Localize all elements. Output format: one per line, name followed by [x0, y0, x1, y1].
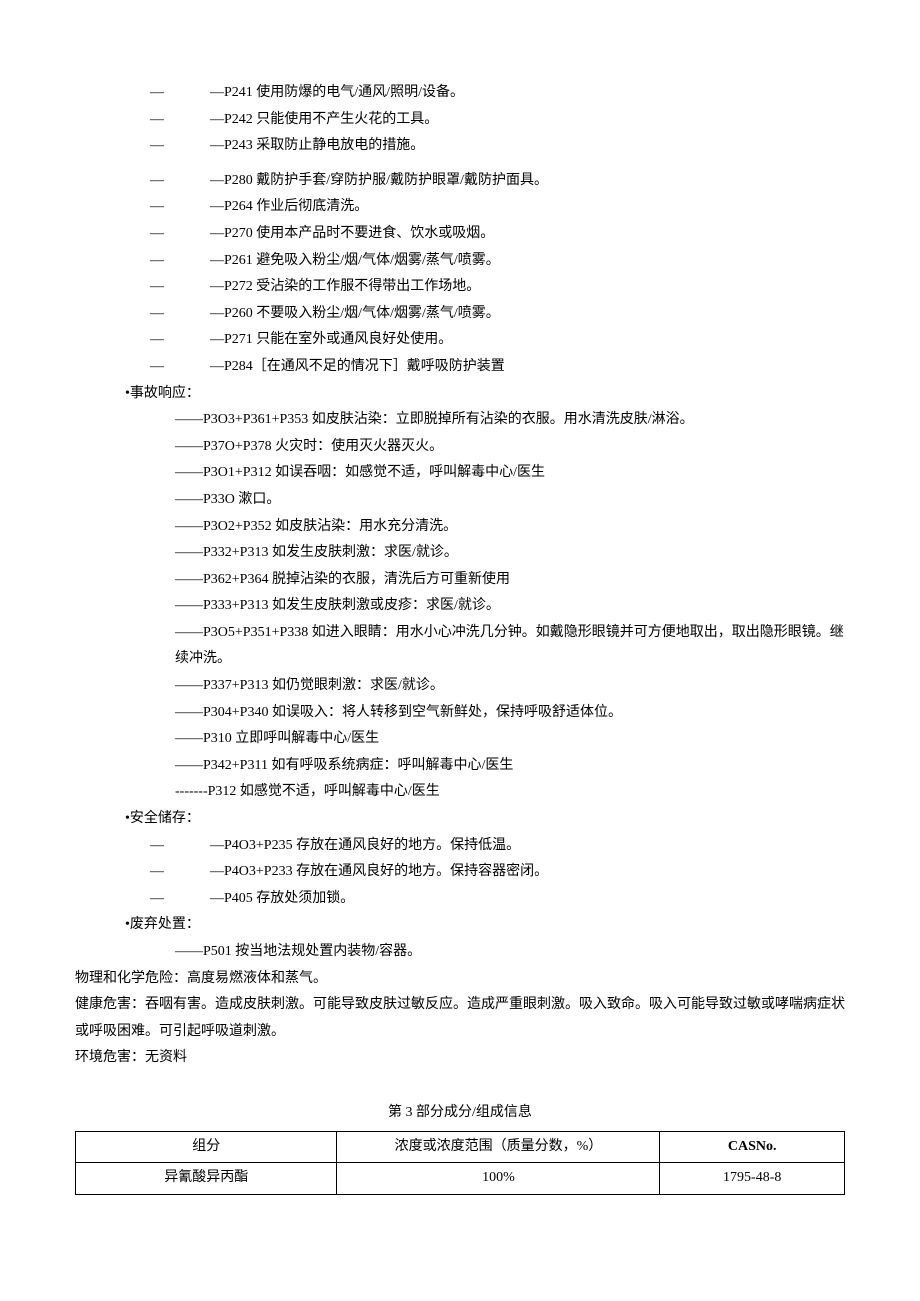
storage-item: —P4O3+P235 存放在通风良好的地方。保持低温。 [210, 833, 520, 860]
accident-item: ——P3O3+P361+P353 如皮肤沾染：立即脱掉所有沾染的衣服。用水清洗皮… [75, 407, 845, 434]
accident-item: ——P362+P364 脱掉沾染的衣服，清洗后方可重新使用 [75, 567, 845, 594]
accident-item: ——P333+P313 如发生皮肤刺激或皮疹：求医/就诊。 [75, 593, 845, 620]
table-header-component: 组分 [76, 1131, 337, 1163]
p-item: —P260 不要吸入粉尘/烟/气体/烟雾/蒸气/喷雾。 [210, 301, 500, 328]
storage-item: —P4O3+P233 存放在通风良好的地方。保持容器密闭。 [210, 859, 548, 886]
p-item: —P261 避免吸入粉尘/烟/气体/烟雾/蒸气/喷雾。 [210, 248, 500, 275]
environmental-hazard: 环境危害：无资料 [75, 1045, 845, 1072]
p-item: —P242 只能使用不产生火花的工具。 [210, 107, 438, 134]
p-item: —P280 戴防护手套/穿防护服/戴防护眼罩/戴防护面具。 [210, 168, 548, 195]
accident-item: ——P304+P340 如误吸入：将人转移到空气新鲜处，保持呼吸舒适体位。 [75, 700, 845, 727]
p-item: —P270 使用本产品时不要进食、饮水或吸烟。 [210, 221, 494, 248]
p-item: —P264 作业后彻底清洗。 [210, 194, 368, 221]
storage-item: —P405 存放处须加锁。 [210, 886, 354, 913]
section-3-title: 第 3 部分成分/组成信息 [75, 1100, 845, 1127]
accident-item: ——P332+P313 如发生皮肤刺激：求医/就诊。 [75, 540, 845, 567]
accident-item: ——P310 立即呼叫解毒中心/医生 [75, 726, 845, 753]
disposal-item: ——P501 按当地法规处置内装物/容器。 [75, 939, 845, 966]
accident-response-heading: •事故响应： [75, 381, 845, 408]
p-item: —P241 使用防爆的电气/通风/照明/设备。 [210, 80, 464, 107]
accident-item: ——P33O 漱口。 [75, 487, 845, 514]
cell-cas: 1795-48-8 [660, 1163, 845, 1195]
p-item: —P271 只能在室外或通风良好处使用。 [210, 327, 452, 354]
disposal-heading: •废弃处置： [75, 912, 845, 939]
accident-item: ——P37O+P378 火灾时：使用灭火器灭火。 [75, 434, 845, 461]
accident-item: ——P3O2+P352 如皮肤沾染：用水充分清洗。 [75, 514, 845, 541]
cell-component: 异氰酸异丙酯 [76, 1163, 337, 1195]
table-header-concentration: 浓度或浓度范围（质量分数，%） [337, 1131, 660, 1163]
cell-concentration: 100% [337, 1163, 660, 1195]
composition-table: 组分 浓度或浓度范围（质量分数，%） CASNo. 异氰酸异丙酯 100% 17… [75, 1131, 845, 1195]
p-item: —P243 采取防止静电放电的措施。 [210, 133, 424, 160]
p-item: —P284［在通风不足的情况下］戴呼吸防护装置 [210, 354, 505, 381]
table-row: 异氰酸异丙酯 100% 1795-48-8 [76, 1163, 845, 1195]
accident-item: ——P3O1+P312 如误吞咽：如感觉不适，呼叫解毒中心/医生 [75, 460, 845, 487]
table-header-cas: CASNo. [660, 1131, 845, 1163]
accident-item: -------P312 如感觉不适，呼叫解毒中心/医生 [75, 779, 845, 806]
physical-chemical-hazard: 物理和化学危险：高度易燃液体和蒸气。 [75, 966, 845, 993]
accident-item: ——P3O5+P351+P338 如进入眼睛：用水小心冲洗几分钟。如戴隐形眼镜并… [75, 620, 845, 673]
health-hazard: 健康危害：吞咽有害。造成皮肤刺激。可能导致皮肤过敏反应。造成严重眼刺激。吸入致命… [75, 992, 845, 1045]
accident-item: ——P342+P311 如有呼吸系统病症：呼叫解毒中心/医生 [75, 753, 845, 780]
safe-storage-heading: •安全储存： [75, 806, 845, 833]
accident-item: ——P337+P313 如仍觉眼刺激：求医/就诊。 [75, 673, 845, 700]
p-item: —P272 受沾染的工作服不得带出工作场地。 [210, 274, 480, 301]
